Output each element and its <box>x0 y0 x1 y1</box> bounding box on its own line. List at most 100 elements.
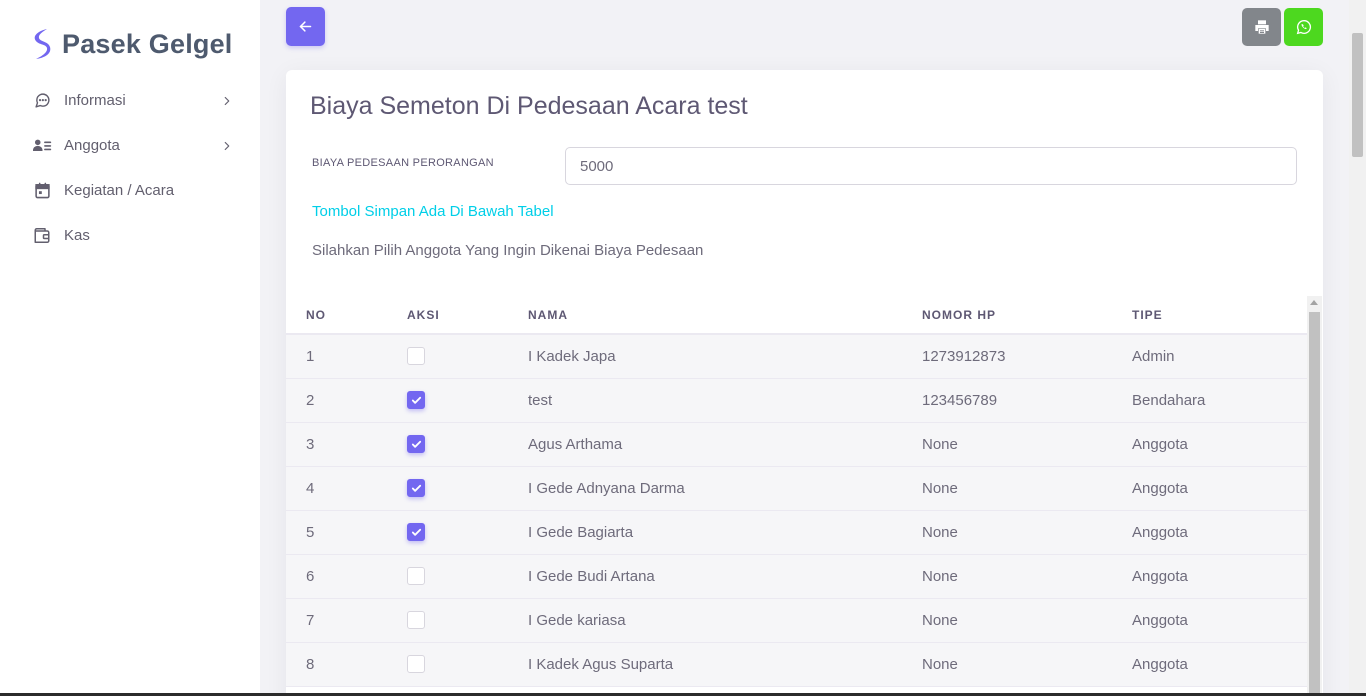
cell-hp: None <box>902 554 1112 599</box>
main-card: Biaya Semeton Di Pedesaan Acara test BIA… <box>286 70 1323 696</box>
cell-no: 4 <box>286 466 387 511</box>
cell-hp: 1273912873 <box>902 334 1112 379</box>
check-icon <box>411 440 421 448</box>
member-checkbox[interactable] <box>407 655 425 673</box>
cell-nama: I Gede Adnyana Darma <box>508 466 902 511</box>
cell-nama: I Gede Budi Artana <box>508 554 902 599</box>
chevron-right-icon <box>224 96 230 105</box>
sidebar-item-label: Kegiatan / Acara <box>64 182 175 199</box>
cell-aksi <box>387 334 508 379</box>
cell-tipe: Anggota <box>1112 422 1307 467</box>
cell-aksi <box>387 598 508 643</box>
cell-nama: test <box>508 378 902 423</box>
cell-no: 5 <box>286 510 387 555</box>
cell-hp: 123456789 <box>902 378 1112 423</box>
sidebar-item-informasi[interactable]: Informasi <box>20 78 246 123</box>
sidebar-nav: Informasi Anggota Kegiatan / Acara Kas <box>20 78 246 258</box>
cell-no: 1 <box>286 334 387 379</box>
cell-tipe: Anggota <box>1112 598 1307 643</box>
check-icon <box>411 528 421 536</box>
cell-tipe: Anggota <box>1112 466 1307 511</box>
sidebar-item-kegiatan[interactable]: Kegiatan / Acara <box>20 168 246 213</box>
table-header-row: NO AKSI NAMA NOMOR HP TIPE <box>286 296 1307 335</box>
member-checkbox[interactable] <box>407 347 425 366</box>
cell-aksi <box>387 466 508 511</box>
sidebar-item-kas[interactable]: Kas <box>20 213 246 258</box>
page-scrollbar[interactable] <box>1349 0 1366 696</box>
member-checkbox[interactable] <box>407 567 425 585</box>
member-checkbox[interactable] <box>407 479 425 497</box>
cell-aksi <box>387 422 508 467</box>
sidebar-item-anggota[interactable]: Anggota <box>20 123 246 168</box>
cell-aksi <box>387 642 508 687</box>
cell-no: 6 <box>286 554 387 599</box>
whatsapp-button[interactable] <box>1284 8 1323 46</box>
cell-hp: None <box>902 598 1112 643</box>
table-row: 2 test 123456789 Bendahara <box>286 378 1307 423</box>
check-icon <box>411 396 421 404</box>
user-list-icon <box>32 136 52 156</box>
sidebar-item-label: Informasi <box>64 92 126 109</box>
wallet-icon <box>32 226 52 246</box>
biaya-label: BIAYA PEDESAAN PERORANGAN <box>312 157 494 169</box>
cell-tipe: Bendahara <box>1112 378 1307 423</box>
check-icon <box>411 484 421 492</box>
member-checkbox[interactable] <box>407 391 425 409</box>
cell-nama: I Gede Bagiarta <box>508 510 902 555</box>
cell-tipe: Anggota <box>1112 642 1307 687</box>
members-table: NO AKSI NAMA NOMOR HP TIPE 1 I Kadek Japa… <box>286 296 1307 687</box>
biaya-input[interactable] <box>565 147 1297 185</box>
header-no: NO <box>286 296 387 335</box>
member-checkbox[interactable] <box>407 435 425 453</box>
cell-tipe: Admin <box>1112 334 1307 379</box>
table-body: 1 I Kadek Japa 1273912873 Admin 2 test 1234567… <box>286 334 1307 687</box>
calendar-icon <box>32 181 52 201</box>
member-checkbox[interactable] <box>407 611 425 629</box>
table-scrollbar[interactable] <box>1307 296 1322 696</box>
cell-tipe: Anggota <box>1112 510 1307 555</box>
header-hp: NOMOR HP <box>902 296 1112 335</box>
cell-no: 8 <box>286 642 387 687</box>
page-scrollbar-thumb[interactable] <box>1352 33 1363 157</box>
brand-name: Pasek Gelgel <box>62 28 233 59</box>
cell-aksi <box>387 510 508 555</box>
cell-nama: I Kadek Japa <box>508 334 902 379</box>
cell-aksi <box>387 554 508 599</box>
chevron-right-icon <box>224 141 230 150</box>
back-button[interactable] <box>286 7 325 46</box>
table-row: 3 Agus Arthama None Anggota <box>286 422 1307 467</box>
cell-hp: None <box>902 510 1112 555</box>
printer-icon <box>1254 20 1269 34</box>
cell-no: 2 <box>286 378 387 423</box>
table-row: 8 I Kadek Agus Suparta None Anggota <box>286 642 1307 687</box>
cell-hp: None <box>902 642 1112 687</box>
header-tipe: TIPE <box>1112 296 1307 335</box>
table-row: 5 I Gede Bagiarta None Anggota <box>286 510 1307 555</box>
brand-logo-icon <box>34 29 51 59</box>
sidebar-item-label: Kas <box>64 227 90 244</box>
cell-hp: None <box>902 466 1112 511</box>
member-checkbox[interactable] <box>407 523 425 541</box>
header-nama: NAMA <box>508 296 902 335</box>
cell-no: 7 <box>286 598 387 643</box>
table-scrollbar-thumb[interactable] <box>1309 312 1320 696</box>
arrow-left-icon <box>299 21 312 32</box>
cell-tipe: Anggota <box>1112 554 1307 599</box>
table-row: 6 I Gede Budi Artana None Anggota <box>286 554 1307 599</box>
brand[interactable]: Pasek Gelgel <box>30 26 233 62</box>
cell-nama: I Kadek Agus Suparta <box>508 642 902 687</box>
cell-nama: Agus Arthama <box>508 422 902 467</box>
cell-no: 3 <box>286 422 387 467</box>
instruction-text: Silahkan Pilih Anggota Yang Ingin Dikena… <box>312 242 704 259</box>
sidebar-item-label: Anggota <box>64 137 120 154</box>
page-title: Biaya Semeton Di Pedesaan Acara test <box>310 92 748 120</box>
save-info-link[interactable]: Tombol Simpan Ada Di Bawah Tabel <box>312 203 554 220</box>
members-table-wrapper: NO AKSI NAMA NOMOR HP TIPE 1 I Kadek Japa… <box>286 296 1307 687</box>
whatsapp-icon <box>1296 19 1311 35</box>
header-aksi: AKSI <box>387 296 508 335</box>
table-row: 4 I Gede Adnyana Darma None Anggota <box>286 466 1307 511</box>
cell-aksi <box>387 378 508 423</box>
scroll-up-icon[interactable] <box>1310 300 1318 305</box>
cell-nama: I Gede kariasa <box>508 598 902 643</box>
print-button[interactable] <box>1242 8 1281 46</box>
